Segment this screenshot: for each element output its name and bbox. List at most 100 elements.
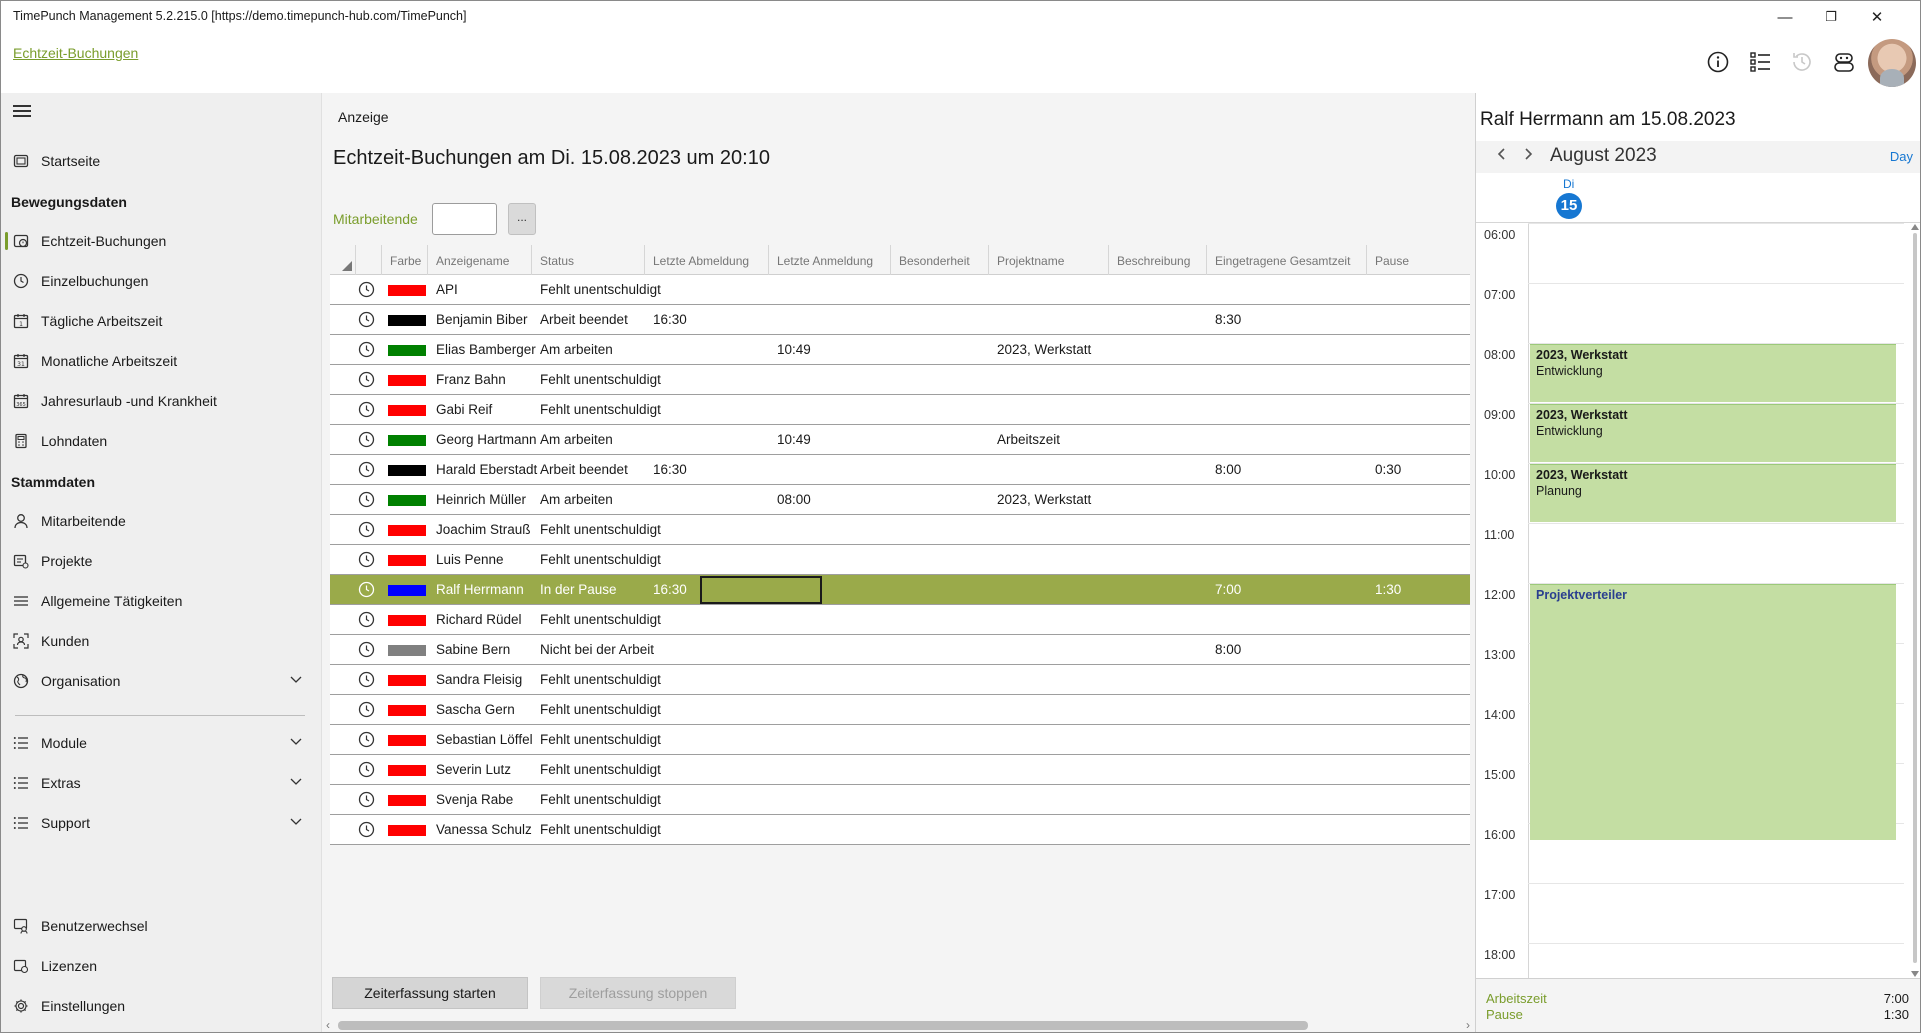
stop-tracking-button[interactable]: Zeiterfassung stoppen xyxy=(540,977,736,1009)
sidebar-item-jahresurlaub[interactable]: 365 Jahresurlaub -und Krankheit xyxy=(1,383,321,419)
chevron-down-icon[interactable] xyxy=(289,815,303,834)
table-row[interactable]: Sandra Fleisig Fehlt unentschuldigt xyxy=(330,665,1470,695)
clock-icon[interactable] xyxy=(358,521,375,538)
clock-icon[interactable] xyxy=(358,791,375,808)
table-row[interactable]: Franz Bahn Fehlt unentschuldigt xyxy=(330,365,1470,395)
table-row[interactable]: Sascha Gern Fehlt unentschuldigt xyxy=(330,695,1470,725)
column-header-anzeigename[interactable]: Anzeigename xyxy=(428,245,532,275)
select-all-corner[interactable] xyxy=(330,245,356,275)
table-row[interactable]: API Fehlt unentschuldigt xyxy=(330,275,1470,305)
table-row[interactable]: Luis Penne Fehlt unentschuldigt xyxy=(330,545,1470,575)
table-row[interactable]: Sabine Bern Nicht bei der Arbeit 8:00 xyxy=(330,635,1470,665)
table-row[interactable]: Svenja Rabe Fehlt unentschuldigt xyxy=(330,785,1470,815)
user-switch-icon[interactable] xyxy=(1827,45,1861,79)
calendar-view-switch[interactable]: Day xyxy=(1890,149,1913,164)
column-header-letzte-abmeldung[interactable]: Letzte Abmeldung xyxy=(645,245,769,275)
calendar-vertical-scrollbar[interactable] xyxy=(1910,223,1920,978)
chevron-down-icon[interactable] xyxy=(289,775,303,794)
chevron-down-icon[interactable] xyxy=(289,673,303,692)
clock-icon[interactable] xyxy=(358,641,375,658)
close-button[interactable]: ✕ xyxy=(1854,1,1900,33)
table-row[interactable]: Richard Rüdel Fehlt unentschuldigt xyxy=(330,605,1470,635)
column-header-letzte-anmeldung[interactable]: Letzte Anmeldung xyxy=(769,245,891,275)
sidebar-item-allgemeine-taetigkeiten[interactable]: Allgemeine Tätigkeiten xyxy=(1,583,321,619)
sidebar-item-monatliche-arbeitszeit[interactable]: 31 Monatliche Arbeitszeit xyxy=(1,343,321,379)
sidebar-item-lohndaten[interactable]: Lohndaten xyxy=(1,423,321,459)
sidebar-item-einzelbuchungen[interactable]: Einzelbuchungen xyxy=(1,263,321,299)
hamburger-menu-icon[interactable] xyxy=(13,105,31,119)
calendar-event[interactable]: 2023, Werkstatt Planung xyxy=(1530,464,1896,522)
table-row[interactable]: Gabi Reif Fehlt unentschuldigt xyxy=(330,395,1470,425)
clock-icon[interactable] xyxy=(358,431,375,448)
clock-icon[interactable] xyxy=(358,731,375,748)
calendar-event[interactable]: Projektverteiler xyxy=(1530,584,1896,840)
sidebar-item-lizenzen[interactable]: Lizenzen xyxy=(1,948,321,984)
start-tracking-button[interactable]: Zeiterfassung starten xyxy=(332,977,528,1009)
column-header-projektname[interactable]: Projektname xyxy=(989,245,1109,275)
table-row[interactable]: Benjamin Biber Arbeit beendet 16:30 8:30 xyxy=(330,305,1470,335)
info-icon[interactable] xyxy=(1701,45,1735,79)
sidebar-item-organisation[interactable]: Organisation xyxy=(1,663,321,699)
employee-picker-button[interactable]: ... xyxy=(508,203,536,235)
minimize-button[interactable]: — xyxy=(1762,1,1808,33)
clock-icon[interactable] xyxy=(358,611,375,628)
sidebar-item-kunden[interactable]: Kunden xyxy=(1,623,321,659)
table-row[interactable]: Georg Hartmann Am arbeiten 10:49 Arbeitszei… xyxy=(330,425,1470,455)
column-header-gesamtzeit[interactable]: Eingetragene Gesamtzeit xyxy=(1207,245,1367,275)
sidebar-item-taegliche-arbeitszeit[interactable]: 1 Tägliche Arbeitszeit xyxy=(1,303,321,339)
sidebar-item-support[interactable]: Support xyxy=(1,805,321,841)
clock-icon[interactable] xyxy=(358,311,375,328)
employee-filter-input[interactable] xyxy=(432,203,497,235)
chevron-down-icon[interactable] xyxy=(289,735,303,754)
calendar-event[interactable]: 2023, Werkstatt Entwicklung xyxy=(1530,404,1896,462)
scrollbar-thumb[interactable] xyxy=(1913,233,1917,963)
column-header-besonderheit[interactable]: Besonderheit xyxy=(891,245,989,275)
clock-icon[interactable] xyxy=(358,671,375,688)
table-row[interactable]: Sebastian Löffel Fehlt unentschuldigt xyxy=(330,725,1470,755)
table-row[interactable]: Vanessa Schulz Fehlt unentschuldigt xyxy=(330,815,1470,845)
clock-icon[interactable] xyxy=(358,341,375,358)
scrollbar-thumb[interactable] xyxy=(338,1021,1308,1030)
sidebar-item-projekte[interactable]: Projekte xyxy=(1,543,321,579)
chevron-right-icon[interactable] xyxy=(1522,146,1534,167)
column-header-farbe[interactable]: Farbe xyxy=(382,245,428,275)
breadcrumb[interactable]: Echtzeit-Buchungen xyxy=(13,45,138,61)
table-row[interactable]: Harald Eberstadt Arbeit beendet 16:30 8:00 0… xyxy=(330,455,1470,485)
sidebar-item-extras[interactable]: Extras xyxy=(1,765,321,801)
sidebar-item-mitarbeitende[interactable]: Mitarbeitende xyxy=(1,503,321,539)
table-row[interactable]: Heinrich Müller Am arbeiten 08:00 2023, Wer… xyxy=(330,485,1470,515)
calendar-day-number[interactable]: 15 xyxy=(1556,193,1582,219)
column-header-pause[interactable]: Pause xyxy=(1367,245,1470,275)
calendar-event[interactable]: 2023, Werkstatt Entwicklung xyxy=(1530,344,1896,402)
clock-icon[interactable] xyxy=(358,281,375,298)
sidebar-item-benutzerwechsel[interactable]: Benutzerwechsel xyxy=(1,908,321,944)
table-row[interactable]: Severin Lutz Fehlt unentschuldigt xyxy=(330,755,1470,785)
clock-icon[interactable] xyxy=(358,401,375,418)
sidebar-item-module[interactable]: Module xyxy=(1,725,321,761)
scroll-left-icon[interactable]: ‹ xyxy=(326,1017,330,1032)
scroll-right-icon[interactable]: › xyxy=(1466,1017,1470,1032)
cell-focus-frame[interactable] xyxy=(700,576,822,604)
horizontal-scrollbar[interactable]: ‹ › xyxy=(326,1017,1472,1032)
restore-button[interactable]: ❐ xyxy=(1808,1,1854,33)
table-row[interactable]: Joachim Strauß Fehlt unentschuldigt xyxy=(330,515,1470,545)
clock-icon[interactable] xyxy=(358,581,375,598)
history-icon[interactable] xyxy=(1785,45,1819,79)
clock-icon[interactable] xyxy=(358,761,375,778)
clock-icon[interactable] xyxy=(358,551,375,568)
sidebar-item-echtzeit-buchungen[interactable]: Echtzeit-Buchungen xyxy=(1,223,321,259)
column-header-beschreibung[interactable]: Beschreibung xyxy=(1109,245,1207,275)
sidebar-item-einstellungen[interactable]: Einstellungen xyxy=(1,988,321,1024)
avatar[interactable] xyxy=(1868,39,1916,87)
clock-icon[interactable] xyxy=(358,821,375,838)
clock-icon[interactable] xyxy=(358,371,375,388)
column-header-status[interactable]: Status xyxy=(532,245,645,275)
chevron-left-icon[interactable] xyxy=(1496,146,1508,167)
clock-icon[interactable] xyxy=(358,461,375,478)
sidebar-item-startseite[interactable]: Startseite xyxy=(1,143,321,179)
clock-icon[interactable] xyxy=(358,491,375,508)
table-row[interactable]: Ralf Herrmann In der Pause 16:30 7:00 1:30 xyxy=(330,575,1470,605)
column-header-icon[interactable] xyxy=(356,245,382,275)
table-row[interactable]: Elias Bamberger Am arbeiten 10:49 2023, Wer… xyxy=(330,335,1470,365)
calendar-month-label[interactable]: August 2023 xyxy=(1550,145,1657,167)
